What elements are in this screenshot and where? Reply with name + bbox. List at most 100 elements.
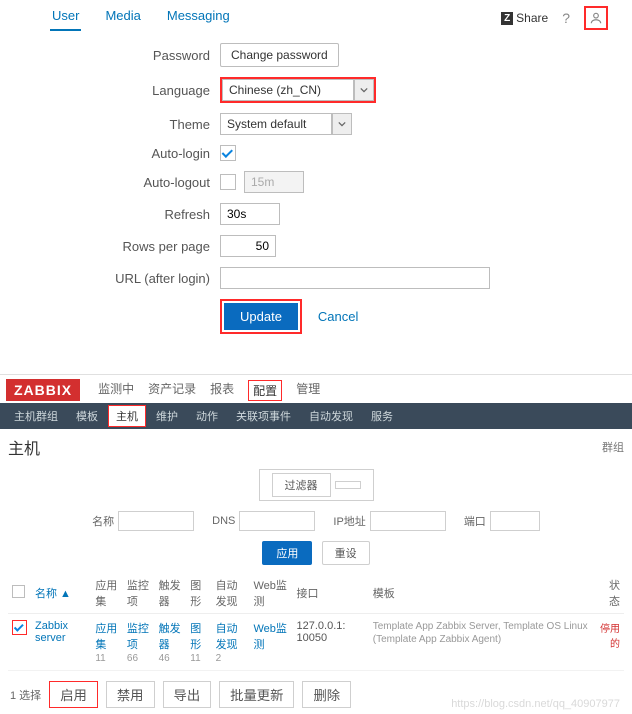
row-items-link[interactable]: 监控项 bbox=[127, 623, 149, 651]
col-interface[interactable]: 接口 bbox=[293, 573, 369, 614]
language-select[interactable]: Chinese (zh_CN) bbox=[220, 77, 376, 103]
filter-dns-label: DNS bbox=[212, 515, 235, 527]
row-triggers-count: 46 bbox=[159, 653, 170, 664]
sub-correlation[interactable]: 关联项事件 bbox=[228, 405, 299, 427]
filter-dns-input[interactable] bbox=[239, 511, 315, 531]
bulk-actions: 1 选择 启用 禁用 导出 批量更新 删除 bbox=[8, 671, 624, 712]
filter-reset-button[interactable]: 重设 bbox=[322, 541, 370, 565]
col-items[interactable]: 监控项 bbox=[123, 573, 155, 614]
user-menu-button[interactable] bbox=[584, 6, 608, 30]
table-header-row: 名称 ▲ 应用集 监控项 触发器 图形 自动发现 Web监测 接口 模板 状态 bbox=[8, 573, 624, 614]
change-password-button[interactable]: Change password bbox=[220, 43, 339, 67]
row-templates: Template App Zabbix Server, Template OS … bbox=[369, 614, 594, 671]
menu-inventory[interactable]: 资产记录 bbox=[148, 380, 196, 401]
z-badge-icon: Z bbox=[501, 12, 513, 25]
row-items-count: 66 bbox=[127, 653, 138, 664]
col-triggers[interactable]: 触发器 bbox=[155, 573, 187, 614]
autologin-label: Auto-login bbox=[10, 146, 220, 161]
bulk-delete-button[interactable]: 删除 bbox=[302, 681, 351, 708]
filter-port-input[interactable] bbox=[490, 511, 540, 531]
autologin-checkbox[interactable] bbox=[220, 145, 236, 161]
filter-toggle[interactable]: 过滤器 bbox=[259, 469, 374, 501]
filter-port-label: 端口 bbox=[464, 513, 486, 529]
zabbix-main-menu: 监测中 资产记录 报表 配置 管理 bbox=[98, 380, 320, 401]
share-link[interactable]: Z Share bbox=[501, 11, 548, 25]
row-apps-link[interactable]: 应用集 bbox=[95, 623, 117, 651]
url-label: URL (after login) bbox=[10, 271, 220, 286]
sub-maintenance[interactable]: 维护 bbox=[148, 405, 186, 427]
person-icon bbox=[589, 11, 603, 25]
col-web[interactable]: Web监测 bbox=[249, 573, 292, 614]
row-checkbox[interactable] bbox=[12, 620, 27, 635]
menu-configuration[interactable]: 配置 bbox=[248, 380, 282, 401]
col-templates[interactable]: 模板 bbox=[369, 573, 594, 614]
row-triggers-link[interactable]: 触发器 bbox=[159, 623, 181, 651]
filter-ip-input[interactable] bbox=[370, 511, 446, 531]
menu-reports[interactable]: 报表 bbox=[210, 380, 234, 401]
row-discovery-link[interactable]: 自动发现 bbox=[216, 623, 238, 651]
url-input[interactable] bbox=[220, 267, 490, 289]
bulk-massupdate-button[interactable]: 批量更新 bbox=[219, 681, 294, 708]
sub-discovery[interactable]: 自动发现 bbox=[301, 405, 361, 427]
theme-select[interactable]: System default bbox=[220, 113, 352, 135]
zabbix-hosts-panel: ZABBIX 监测中 资产记录 报表 配置 管理 主机群组 模板 主机 维护 动… bbox=[0, 374, 632, 714]
col-status[interactable]: 状态 bbox=[594, 573, 624, 614]
header-utils: Z Share ? bbox=[501, 4, 622, 30]
theme-value: System default bbox=[227, 117, 306, 131]
filter-name-input[interactable] bbox=[118, 511, 194, 531]
zabbix-topnav: ZABBIX 监测中 资产记录 报表 配置 管理 bbox=[0, 374, 632, 403]
table-row: Zabbix server 应用集 11 监控项 66 触发器 46 图形 11 自动发… bbox=[8, 614, 624, 671]
page-title: 主机 bbox=[8, 435, 40, 459]
sub-hostgroups[interactable]: 主机群组 bbox=[6, 405, 66, 427]
autologout-checkbox[interactable] bbox=[220, 174, 236, 190]
refresh-input[interactable] bbox=[220, 203, 280, 225]
filter-toggle-label: 过滤器 bbox=[272, 473, 331, 497]
col-apps[interactable]: 应用集 bbox=[91, 573, 123, 614]
group-filter-label[interactable]: 群组 bbox=[602, 439, 624, 455]
zabbix-logo[interactable]: ZABBIX bbox=[6, 379, 80, 401]
cancel-button[interactable]: Cancel bbox=[318, 309, 358, 324]
tab-media[interactable]: Media bbox=[103, 4, 142, 31]
sub-services[interactable]: 服务 bbox=[363, 405, 401, 427]
rows-input[interactable] bbox=[220, 235, 276, 257]
update-highlight: Update bbox=[220, 299, 302, 334]
chevron-down-icon bbox=[332, 113, 352, 135]
bulk-export-button[interactable]: 导出 bbox=[163, 681, 212, 708]
zabbix-submenu: 主机群组 模板 主机 维护 动作 关联项事件 自动发现 服务 bbox=[0, 403, 632, 429]
sub-actions[interactable]: 动作 bbox=[188, 405, 226, 427]
profile-tabs: User Media Messaging bbox=[10, 4, 232, 31]
tab-user[interactable]: User bbox=[50, 4, 81, 31]
theme-label: Theme bbox=[10, 117, 220, 132]
update-button[interactable]: Update bbox=[224, 303, 298, 330]
triangle-up-icon bbox=[335, 481, 361, 489]
tab-messaging[interactable]: Messaging bbox=[165, 4, 232, 31]
share-label: Share bbox=[516, 11, 548, 25]
selected-count: 1 选择 bbox=[10, 687, 41, 703]
menu-monitoring[interactable]: 监测中 bbox=[98, 380, 134, 401]
menu-administration[interactable]: 管理 bbox=[296, 380, 320, 401]
hosts-table: 名称 ▲ 应用集 监控项 触发器 图形 自动发现 Web监测 接口 模板 状态 … bbox=[8, 573, 624, 671]
bulk-enable-button[interactable]: 启用 bbox=[49, 681, 98, 708]
row-status[interactable]: 停用的 bbox=[600, 624, 620, 650]
autologout-label: Auto-logout bbox=[10, 175, 220, 190]
rows-label: Rows per page bbox=[10, 239, 220, 254]
row-interface: 127.0.0.1: 10050 bbox=[297, 620, 346, 644]
col-graphs[interactable]: 图形 bbox=[186, 573, 211, 614]
filter-apply-button[interactable]: 应用 bbox=[262, 541, 312, 565]
help-icon[interactable]: ? bbox=[562, 10, 570, 26]
select-all-checkbox[interactable] bbox=[12, 585, 25, 598]
filter-ip-label: IP地址 bbox=[333, 513, 365, 529]
language-label: Language bbox=[10, 83, 220, 98]
sub-templates[interactable]: 模板 bbox=[68, 405, 106, 427]
chevron-down-icon bbox=[354, 79, 374, 101]
row-web-link[interactable]: Web监测 bbox=[253, 623, 286, 651]
sub-hosts[interactable]: 主机 bbox=[108, 405, 146, 427]
col-name[interactable]: 名称 ▲ bbox=[35, 588, 71, 600]
bulk-disable-button[interactable]: 禁用 bbox=[106, 681, 155, 708]
row-graphs-count: 11 bbox=[190, 653, 200, 664]
top-header: User Media Messaging Z Share ? bbox=[10, 4, 622, 31]
row-graphs-link[interactable]: 图形 bbox=[190, 623, 201, 651]
host-name-link[interactable]: Zabbix server bbox=[35, 620, 68, 644]
row-apps-count: 11 bbox=[95, 653, 105, 664]
col-discovery[interactable]: 自动发现 bbox=[212, 573, 250, 614]
